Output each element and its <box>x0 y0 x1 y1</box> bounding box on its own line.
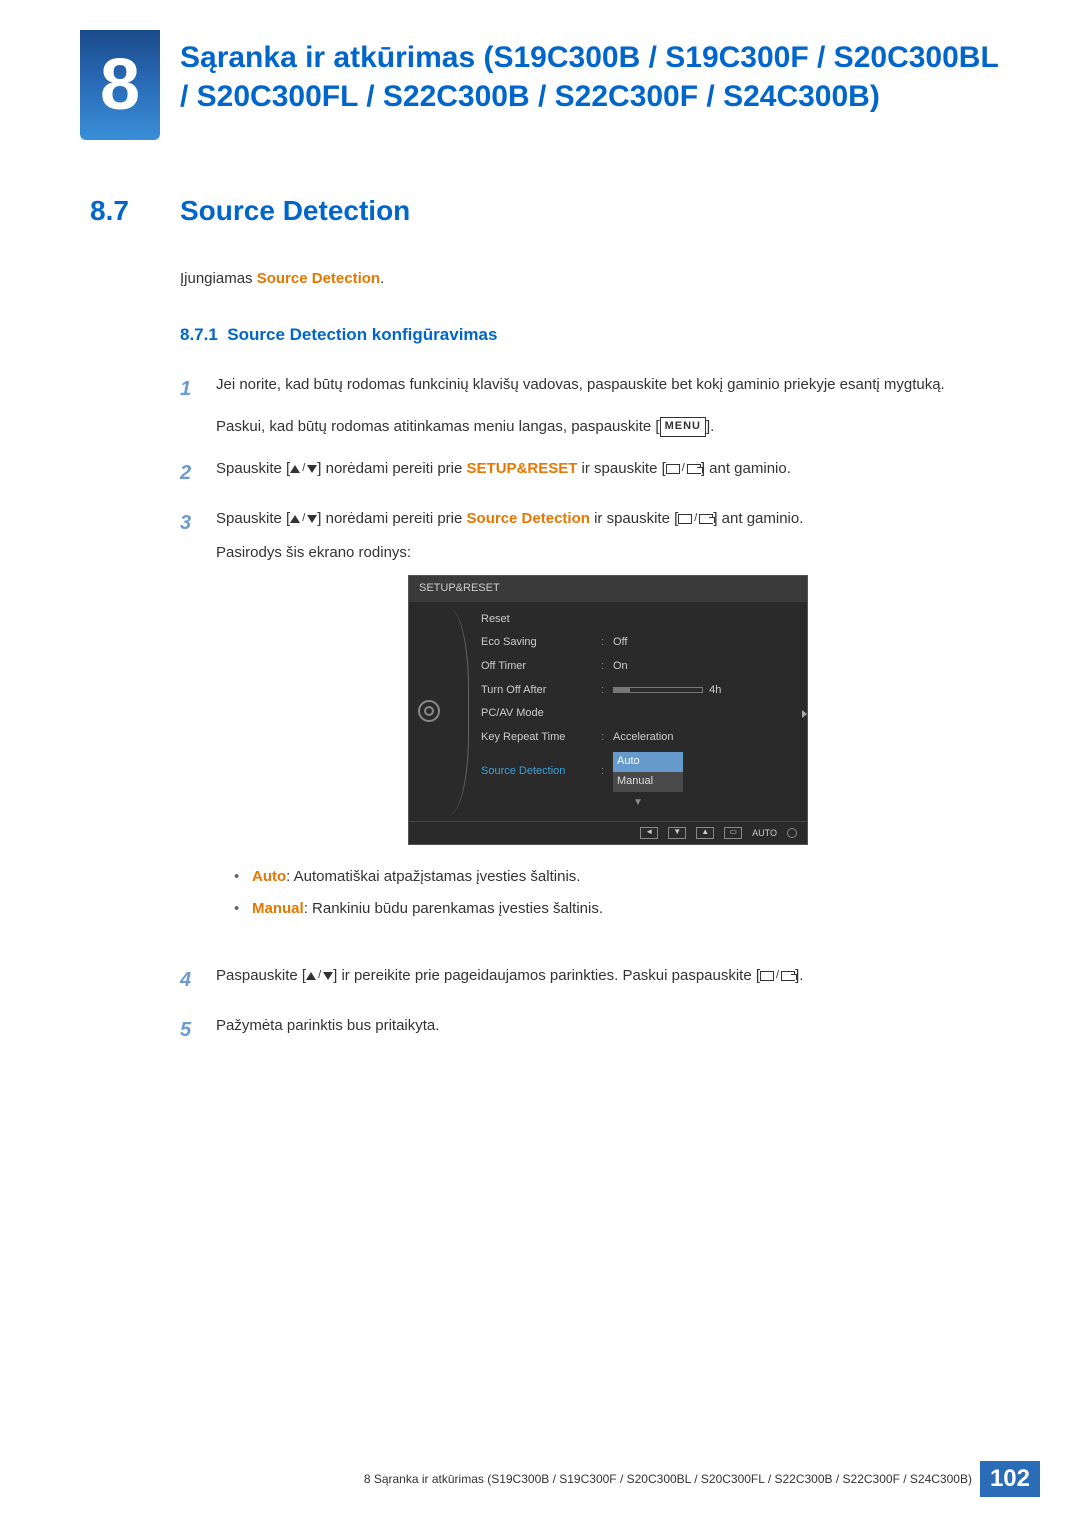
bullet-auto: Auto: Automatiškai atpažįstamas įvesties… <box>252 865 1000 889</box>
step-3b-text: Pasirodys šis ekrano rodinys: <box>216 541 1000 565</box>
source-enter-icon: / <box>678 510 713 528</box>
chapter-number-badge: 8 <box>80 30 160 140</box>
step-number: 2 <box>180 457 198 489</box>
osd-title: SETUP&RESET <box>409 576 807 602</box>
step-1: 1 Jei norite, kad būtų rodomas funkcinių… <box>180 373 1000 439</box>
osd-gear-col <box>409 602 449 821</box>
intro-prefix: Įjungiamas <box>180 270 257 287</box>
subsection-heading: 8.7.1 Source Detection konfigūravimas <box>180 321 1000 348</box>
subsection-title: Source Detection konfigūravimas <box>227 325 497 344</box>
osd-row-keyrepeat: Key Repeat Time:Acceleration <box>469 726 807 750</box>
intro-text: Įjungiamas Source Detection. <box>180 267 1000 291</box>
osd-curve <box>449 608 469 815</box>
step-number: 5 <box>180 1014 198 1046</box>
osd-option-auto: Auto <box>613 752 683 772</box>
osd-row-reset: Reset <box>469 608 807 632</box>
osd-power-icon <box>787 828 797 838</box>
intro-term: Source Detection <box>257 270 380 287</box>
step-3a-text: Spauskite [/] norėdami pereiti prie Sour… <box>216 507 1000 531</box>
page-number: 102 <box>980 1461 1040 1497</box>
step-2: 2 Spauskite [/] norėdami pereiti prie SE… <box>180 457 1000 489</box>
chapter-header: 8 Sąranka ir atkūrimas (S19C300B / S19C3… <box>0 0 1080 140</box>
source-detection-term: Source Detection <box>467 510 590 527</box>
gear-icon <box>418 700 440 722</box>
step-body: Pažymėta parinktis bus pritaikyta. <box>216 1014 1000 1046</box>
osd-option-manual: Manual <box>613 772 683 792</box>
step-4: 4 Paspauskite [/] ir pereikite prie page… <box>180 964 1000 996</box>
step-body: Spauskite [/] norėdami pereiti prie Sour… <box>216 507 1000 946</box>
section-number: 8.7 <box>90 195 150 227</box>
osd-row-pcav: PC/AV Mode <box>469 702 807 726</box>
source-enter-icon: / <box>760 967 795 985</box>
step-number: 4 <box>180 964 198 996</box>
osd-row-source: Source Detection: Auto Manual <box>469 749 807 794</box>
osd-enter-icon: ▭ <box>724 827 742 839</box>
menu-key-icon: MENU <box>660 417 706 437</box>
osd-row-offtimer: Off Timer:On <box>469 655 807 679</box>
bullet-list: Auto: Automatiškai atpažįstamas įvesties… <box>216 865 1000 921</box>
footer-text: 8 Sąranka ir atkūrimas (S19C300B / S19C3… <box>364 1472 972 1486</box>
osd-bottom-bar: ◄ ▼ ▲ ▭ AUTO <box>409 821 807 844</box>
bullet-manual: Manual: Rankiniu būdu parenkamas įvestie… <box>252 897 1000 921</box>
osd-items: Reset Eco Saving:Off Off Timer:On Turn O… <box>469 602 807 821</box>
up-down-icon: / <box>290 510 317 528</box>
setup-reset-term: SETUP&RESET <box>467 460 578 477</box>
osd-auto-label: AUTO <box>752 826 777 840</box>
source-enter-icon: / <box>666 460 701 478</box>
osd-menu: SETUP&RESET Reset Eco Saving:Off <box>408 575 808 845</box>
slider-icon <box>613 687 703 693</box>
chapter-title: Sąranka ir atkūrimas (S19C300B / S19C300… <box>180 30 1000 116</box>
osd-row-eco: Eco Saving:Off <box>469 631 807 655</box>
section-title: Source Detection <box>180 195 410 227</box>
page-footer: 8 Sąranka ir atkūrimas (S19C300B / S19C3… <box>364 1461 1040 1497</box>
step-number: 3 <box>180 507 198 946</box>
step-number: 1 <box>180 373 198 439</box>
osd-row-turnoff: Turn Off After: 4h <box>469 679 807 703</box>
content-area: Įjungiamas Source Detection. 8.7.1 Sourc… <box>0 227 1080 1046</box>
subsection-number: 8.7.1 <box>180 325 218 344</box>
step-5: 5 Pažymėta parinktis bus pritaikyta. <box>180 1014 1000 1046</box>
submenu-arrow-icon <box>802 710 807 718</box>
section-header: 8.7 Source Detection <box>0 140 1080 227</box>
osd-scroll-down-icon: ▼ <box>469 795 807 815</box>
step-body: Jei norite, kad būtų rodomas funkcinių k… <box>216 373 1000 439</box>
osd-up-icon: ▲ <box>696 827 714 839</box>
step-1a-text: Jei norite, kad būtų rodomas funkcinių k… <box>216 373 1000 397</box>
step-body: Spauskite [/] norėdami pereiti prie SETU… <box>216 457 1000 489</box>
osd-down-icon: ▼ <box>668 827 686 839</box>
step-3: 3 Spauskite [/] norėdami pereiti prie So… <box>180 507 1000 946</box>
up-down-icon: / <box>290 460 317 478</box>
step-body: Paspauskite [/] ir pereikite prie pageid… <box>216 964 1000 996</box>
up-down-icon: / <box>306 967 333 985</box>
intro-suffix: . <box>380 270 384 287</box>
step-1b-text: Paskui, kad būtų rodomas atitinkamas men… <box>216 415 1000 439</box>
osd-dropdown: Auto Manual <box>613 752 683 791</box>
osd-back-icon: ◄ <box>640 827 658 839</box>
